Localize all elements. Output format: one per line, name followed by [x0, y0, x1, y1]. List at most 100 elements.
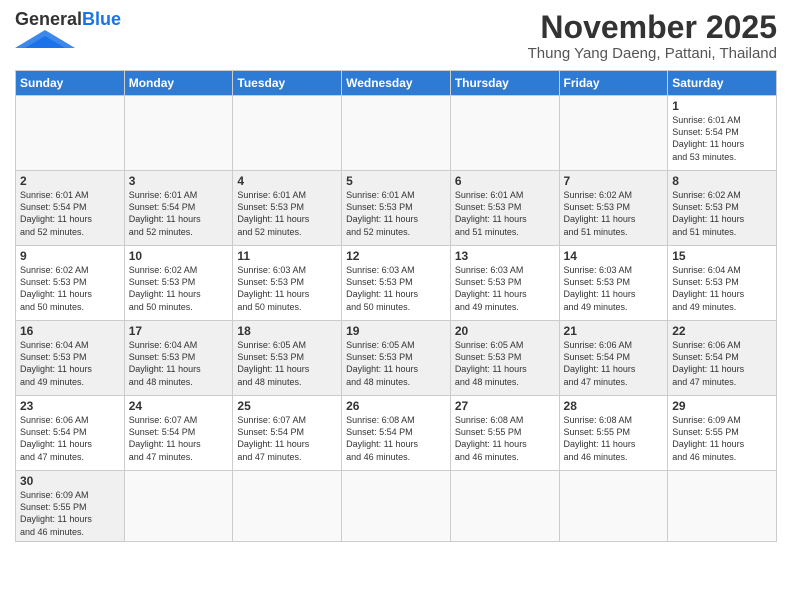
day-number: 29 [672, 399, 772, 413]
logo-text: GeneralBlue [15, 10, 121, 28]
day-number: 21 [564, 324, 664, 338]
month-title: November 2025 [528, 10, 777, 45]
calendar-cell: 9Sunrise: 6:02 AM Sunset: 5:53 PM Daylig… [16, 246, 125, 321]
day-number: 20 [455, 324, 555, 338]
day-info: Sunrise: 6:03 AM Sunset: 5:53 PM Dayligh… [237, 264, 337, 313]
day-info: Sunrise: 6:09 AM Sunset: 5:55 PM Dayligh… [20, 489, 120, 538]
header-day-wednesday: Wednesday [342, 71, 451, 96]
header-day-tuesday: Tuesday [233, 71, 342, 96]
calendar-cell: 13Sunrise: 6:03 AM Sunset: 5:53 PM Dayli… [450, 246, 559, 321]
calendar-cell [668, 471, 777, 542]
calendar-cell: 27Sunrise: 6:08 AM Sunset: 5:55 PM Dayli… [450, 396, 559, 471]
day-info: Sunrise: 6:06 AM Sunset: 5:54 PM Dayligh… [20, 414, 120, 463]
day-info: Sunrise: 6:05 AM Sunset: 5:53 PM Dayligh… [455, 339, 555, 388]
page-header: GeneralBlue November 2025 Thung Yang Dae… [15, 10, 777, 62]
day-info: Sunrise: 6:02 AM Sunset: 5:53 PM Dayligh… [672, 189, 772, 238]
calendar-week-row: 23Sunrise: 6:06 AM Sunset: 5:54 PM Dayli… [16, 396, 777, 471]
day-info: Sunrise: 6:06 AM Sunset: 5:54 PM Dayligh… [672, 339, 772, 388]
day-number: 3 [129, 174, 229, 188]
calendar-cell: 3Sunrise: 6:01 AM Sunset: 5:54 PM Daylig… [124, 171, 233, 246]
header-day-saturday: Saturday [668, 71, 777, 96]
day-number: 10 [129, 249, 229, 263]
calendar-cell: 16Sunrise: 6:04 AM Sunset: 5:53 PM Dayli… [16, 321, 125, 396]
day-number: 1 [672, 99, 772, 113]
day-info: Sunrise: 6:01 AM Sunset: 5:53 PM Dayligh… [237, 189, 337, 238]
logo-icon [15, 30, 75, 48]
calendar-cell [450, 96, 559, 171]
day-info: Sunrise: 6:02 AM Sunset: 5:53 PM Dayligh… [20, 264, 120, 313]
calendar-cell [124, 471, 233, 542]
calendar-cell: 17Sunrise: 6:04 AM Sunset: 5:53 PM Dayli… [124, 321, 233, 396]
day-number: 27 [455, 399, 555, 413]
day-number: 8 [672, 174, 772, 188]
calendar-cell: 5Sunrise: 6:01 AM Sunset: 5:53 PM Daylig… [342, 171, 451, 246]
calendar-cell: 10Sunrise: 6:02 AM Sunset: 5:53 PM Dayli… [124, 246, 233, 321]
calendar-cell: 4Sunrise: 6:01 AM Sunset: 5:53 PM Daylig… [233, 171, 342, 246]
day-info: Sunrise: 6:01 AM Sunset: 5:54 PM Dayligh… [672, 114, 772, 163]
calendar-cell: 2Sunrise: 6:01 AM Sunset: 5:54 PM Daylig… [16, 171, 125, 246]
calendar-cell: 22Sunrise: 6:06 AM Sunset: 5:54 PM Dayli… [668, 321, 777, 396]
calendar-cell: 25Sunrise: 6:07 AM Sunset: 5:54 PM Dayli… [233, 396, 342, 471]
day-info: Sunrise: 6:01 AM Sunset: 5:53 PM Dayligh… [455, 189, 555, 238]
day-info: Sunrise: 6:08 AM Sunset: 5:55 PM Dayligh… [564, 414, 664, 463]
calendar-cell: 15Sunrise: 6:04 AM Sunset: 5:53 PM Dayli… [668, 246, 777, 321]
calendar-week-row: 30Sunrise: 6:09 AM Sunset: 5:55 PM Dayli… [16, 471, 777, 542]
calendar-cell [559, 96, 668, 171]
calendar-cell [342, 471, 451, 542]
day-number: 5 [346, 174, 446, 188]
day-info: Sunrise: 6:04 AM Sunset: 5:53 PM Dayligh… [20, 339, 120, 388]
calendar-cell: 20Sunrise: 6:05 AM Sunset: 5:53 PM Dayli… [450, 321, 559, 396]
calendar-cell [124, 96, 233, 171]
calendar-cell [342, 96, 451, 171]
calendar-cell: 14Sunrise: 6:03 AM Sunset: 5:53 PM Dayli… [559, 246, 668, 321]
day-number: 18 [237, 324, 337, 338]
day-info: Sunrise: 6:08 AM Sunset: 5:55 PM Dayligh… [455, 414, 555, 463]
calendar-cell [16, 96, 125, 171]
day-number: 17 [129, 324, 229, 338]
day-number: 15 [672, 249, 772, 263]
day-number: 4 [237, 174, 337, 188]
day-info: Sunrise: 6:03 AM Sunset: 5:53 PM Dayligh… [455, 264, 555, 313]
calendar-cell [233, 471, 342, 542]
day-number: 24 [129, 399, 229, 413]
calendar-cell: 21Sunrise: 6:06 AM Sunset: 5:54 PM Dayli… [559, 321, 668, 396]
day-info: Sunrise: 6:02 AM Sunset: 5:53 PM Dayligh… [564, 189, 664, 238]
day-number: 28 [564, 399, 664, 413]
logo-blue: Blue [82, 9, 121, 29]
day-number: 9 [20, 249, 120, 263]
calendar-cell: 6Sunrise: 6:01 AM Sunset: 5:53 PM Daylig… [450, 171, 559, 246]
day-number: 16 [20, 324, 120, 338]
calendar-cell: 8Sunrise: 6:02 AM Sunset: 5:53 PM Daylig… [668, 171, 777, 246]
header-day-monday: Monday [124, 71, 233, 96]
day-info: Sunrise: 6:01 AM Sunset: 5:54 PM Dayligh… [20, 189, 120, 238]
day-info: Sunrise: 6:08 AM Sunset: 5:54 PM Dayligh… [346, 414, 446, 463]
day-number: 26 [346, 399, 446, 413]
day-number: 7 [564, 174, 664, 188]
calendar-cell: 23Sunrise: 6:06 AM Sunset: 5:54 PM Dayli… [16, 396, 125, 471]
day-info: Sunrise: 6:06 AM Sunset: 5:54 PM Dayligh… [564, 339, 664, 388]
calendar-cell: 12Sunrise: 6:03 AM Sunset: 5:53 PM Dayli… [342, 246, 451, 321]
day-number: 11 [237, 249, 337, 263]
calendar-cell: 18Sunrise: 6:05 AM Sunset: 5:53 PM Dayli… [233, 321, 342, 396]
day-info: Sunrise: 6:01 AM Sunset: 5:53 PM Dayligh… [346, 189, 446, 238]
calendar-cell: 29Sunrise: 6:09 AM Sunset: 5:55 PM Dayli… [668, 396, 777, 471]
day-number: 25 [237, 399, 337, 413]
location-title: Thung Yang Daeng, Pattani, Thailand [528, 45, 777, 62]
calendar-week-row: 9Sunrise: 6:02 AM Sunset: 5:53 PM Daylig… [16, 246, 777, 321]
day-info: Sunrise: 6:04 AM Sunset: 5:53 PM Dayligh… [672, 264, 772, 313]
logo: GeneralBlue [15, 10, 121, 48]
day-number: 6 [455, 174, 555, 188]
header-day-thursday: Thursday [450, 71, 559, 96]
calendar-body: 1Sunrise: 6:01 AM Sunset: 5:54 PM Daylig… [16, 96, 777, 542]
day-number: 2 [20, 174, 120, 188]
day-number: 19 [346, 324, 446, 338]
day-info: Sunrise: 6:07 AM Sunset: 5:54 PM Dayligh… [237, 414, 337, 463]
day-number: 22 [672, 324, 772, 338]
calendar-table: SundayMondayTuesdayWednesdayThursdayFrid… [15, 70, 777, 542]
calendar-cell [559, 471, 668, 542]
logo-general: General [15, 9, 82, 29]
day-info: Sunrise: 6:04 AM Sunset: 5:53 PM Dayligh… [129, 339, 229, 388]
calendar-cell: 30Sunrise: 6:09 AM Sunset: 5:55 PM Dayli… [16, 471, 125, 542]
day-info: Sunrise: 6:03 AM Sunset: 5:53 PM Dayligh… [346, 264, 446, 313]
day-info: Sunrise: 6:07 AM Sunset: 5:54 PM Dayligh… [129, 414, 229, 463]
